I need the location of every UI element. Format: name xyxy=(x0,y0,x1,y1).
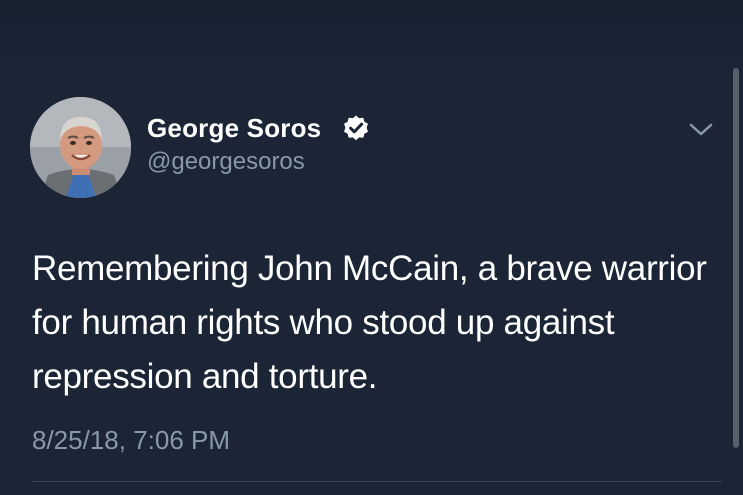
avatar-image xyxy=(30,97,131,198)
display-name[interactable]: George Soros xyxy=(147,113,321,144)
verified-badge-icon xyxy=(344,115,368,141)
divider xyxy=(32,481,722,482)
handle[interactable]: @georgesoros xyxy=(147,148,305,176)
chevron-down-icon[interactable] xyxy=(687,120,715,140)
avatar[interactable] xyxy=(30,97,131,198)
scrollbar[interactable] xyxy=(733,68,739,448)
timestamp[interactable]: 8/25/18, 7:06 PM xyxy=(32,425,230,456)
tweet-text: Remembering John McCain, a brave warrior… xyxy=(32,249,707,396)
tweet-card: George Soros @georgesoros Remembering Jo… xyxy=(0,0,743,495)
